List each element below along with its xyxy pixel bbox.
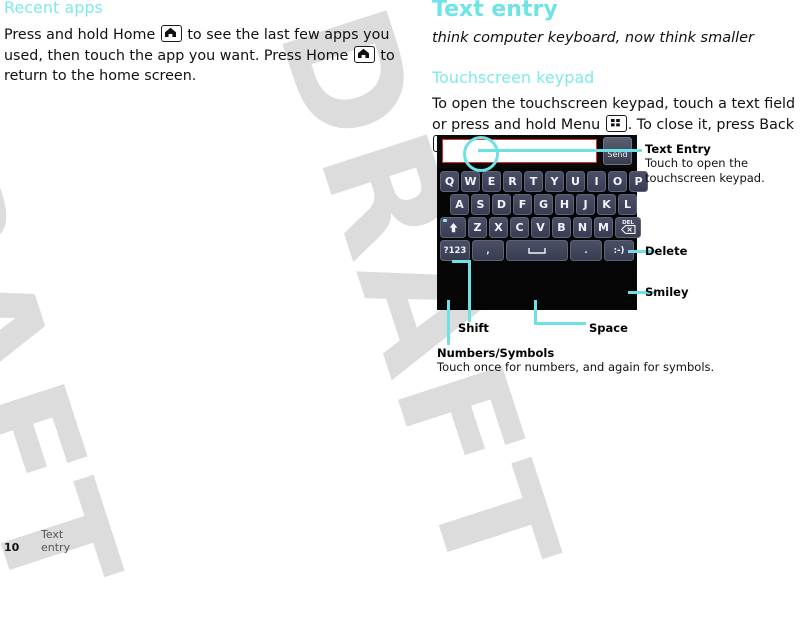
heading-touchscreen-keypad: Touchscreen keypad [432,68,595,87]
keypad-row-asdf: ASDFGHJKL [450,194,637,215]
key-y[interactable]: Y [545,171,564,192]
callout-numbers-symbols-description: Touch once for numbers, and again for sy… [437,360,715,374]
callout-shift-title: Shift [458,321,489,335]
callout-text-entry-description: Touch to open the touchscreen keypad. [645,156,765,185]
key-h[interactable]: H [555,194,574,215]
recent-apps-text-1: Press and hold Home [4,27,160,43]
delete-key[interactable]: DEL [615,217,641,238]
key-l[interactable]: L [618,194,637,215]
key-d[interactable]: D [492,194,511,215]
key-a[interactable]: A [450,194,469,215]
callout-smiley-title: Smiley [645,285,689,299]
space-leader-line-vertical [534,300,537,324]
numbers-symbols-key[interactable]: ?123 [440,240,470,261]
keypad-text-2: . To close it, press Back [627,116,794,133]
callout-space-title: Space [589,321,628,335]
key-u[interactable]: U [566,171,585,192]
key-w[interactable]: W [461,171,480,192]
key-s[interactable]: S [471,194,490,215]
text-entry-highlight-circle [463,136,499,172]
footer-title: Text entry [41,528,71,554]
key-f[interactable]: F [513,194,532,215]
manual-page: DRAFT DRAFT Recent apps Press and hold H… [0,0,802,622]
key-z[interactable]: Z [468,217,487,238]
space-leader-line-horizontal [534,322,586,325]
key-c[interactable]: C [510,217,529,238]
shift-key[interactable] [440,217,466,238]
keypad-row-bottom: ?123 , . :-) [440,240,634,261]
page-number: 10 [4,541,20,554]
home-icon [160,25,182,42]
draft-watermark-left: DRAFT [0,6,155,622]
key-o[interactable]: O [608,171,627,192]
key-q[interactable]: Q [440,171,459,192]
period-key[interactable]: . [570,240,602,261]
home-icon [353,45,375,63]
menu-icon [605,114,627,132]
callout-text-entry-title: Text Entry [645,142,711,156]
space-key[interactable] [506,240,568,261]
key-v[interactable]: V [531,217,550,238]
page-title: Text entry [432,0,558,22]
key-e[interactable]: E [482,171,501,192]
chapter-subtitle: think computer keyboard, now think small… [432,30,755,46]
keypad-row-zxcv: Z X C V B N M DEL [440,217,641,238]
key-g[interactable]: G [534,194,553,215]
comma-key[interactable]: , [472,240,504,261]
key-m[interactable]: M [594,217,613,238]
key-b[interactable]: B [552,217,571,238]
key-k[interactable]: K [597,194,616,215]
callout-delete-title: Delete [645,244,688,258]
keypad-row-qwerty: QWERTYUIOP [440,171,648,192]
key-x[interactable]: X [489,217,508,238]
shift-indicator-icon [443,219,447,222]
recent-apps-paragraph: Press and hold Home to see the last few … [4,25,396,87]
shift-arrow-icon [449,222,457,232]
numbers-symbols-leader-line [447,300,450,345]
key-n[interactable]: N [573,217,592,238]
key-t[interactable]: T [524,171,543,192]
space-bar-icon [528,247,546,254]
key-j[interactable]: J [576,194,595,215]
key-i[interactable]: I [587,171,606,192]
heading-recent-apps: Recent apps [4,0,103,17]
callout-numbers-symbols-title: Numbers/Symbols [437,346,555,360]
key-r[interactable]: R [503,171,522,192]
shift-leader-line-vertical [468,260,471,322]
text-entry-leader-line [478,149,642,152]
